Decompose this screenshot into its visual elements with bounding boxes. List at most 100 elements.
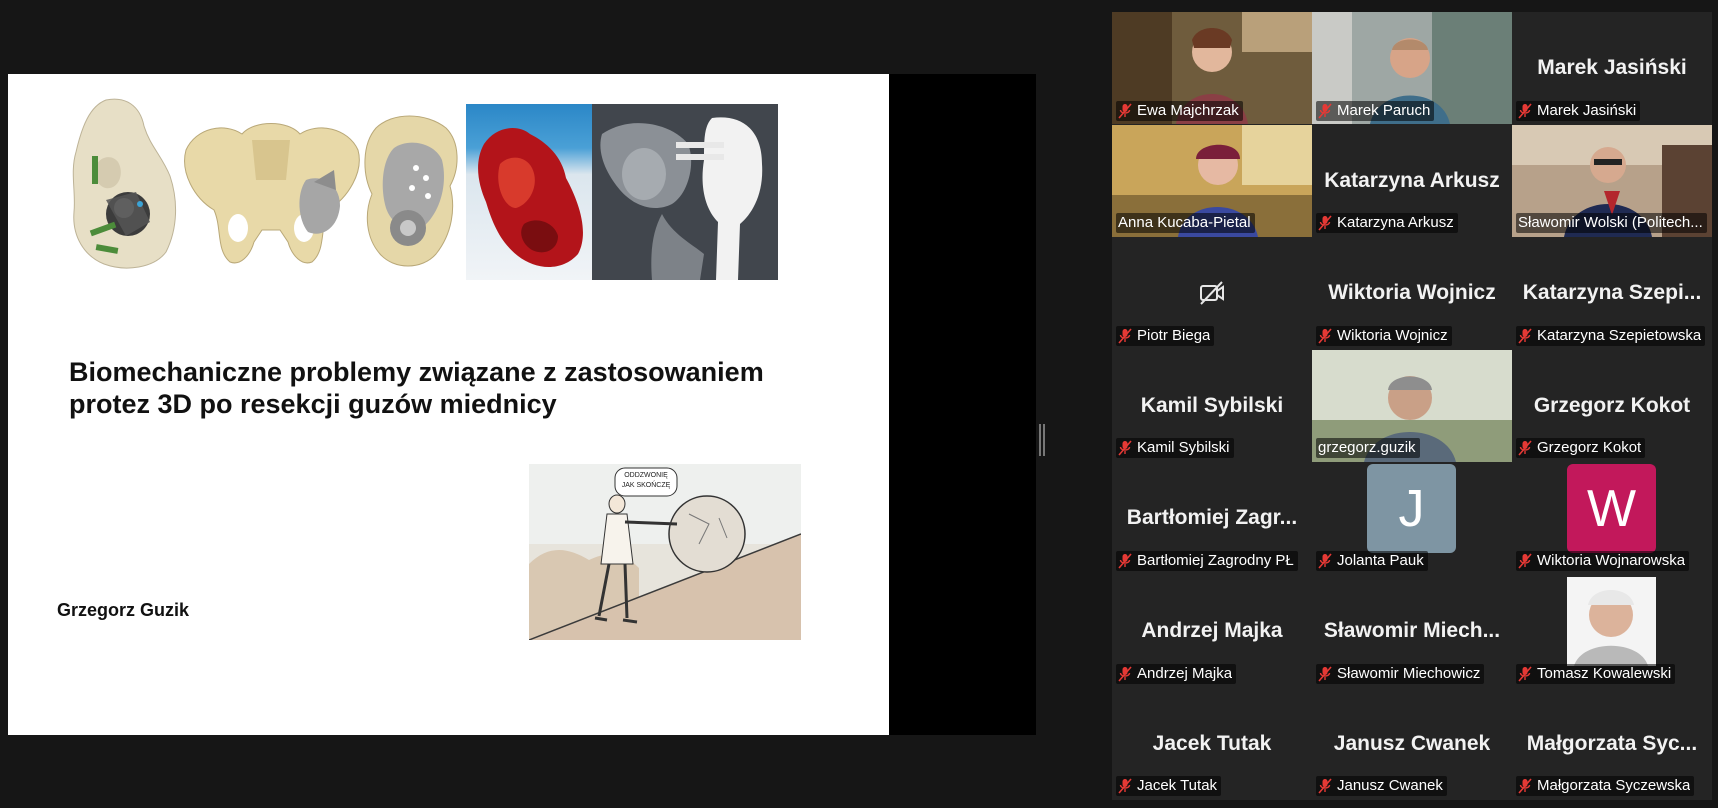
participant-name-label: grzegorz.guzik [1316,438,1420,459]
participant-name-label: Wiktoria Wojnarowska [1516,550,1690,571]
shared-screen[interactable]: Biomechaniczne problemy związane z zasto… [8,74,1036,735]
participant-name-label: Katarzyna Arkusz [1316,213,1458,234]
participant-name: Sławomir Miechowicz [1337,664,1481,682]
presentation-slide: Biomechaniczne problemy związane z zasto… [8,74,889,735]
microphone-muted-icon [1318,778,1332,794]
participant-tile[interactable]: Andrzej Majka Andrzej Majka [1112,574,1312,688]
microphone-muted-icon [1518,328,1532,344]
participant-name-label: Bartłomiej Zagrodny PŁ [1116,550,1298,571]
participant-name-label: Sławomir Wolski (Politech... [1516,213,1707,234]
participant-name: Jacek Tutak [1137,777,1218,795]
participant-tile[interactable]: Ewa Majchrzak [1112,12,1312,125]
microphone-muted-icon [1518,666,1532,682]
participant-name-label: Sławomir Miechowicz [1316,663,1485,684]
tumor-specimen-photo [466,104,592,280]
participant-display-name: Katarzyna Arkusz [1324,168,1500,192]
participant-display-name: Sławomir Miech... [1323,618,1501,642]
participant-name: Wiktoria Wojnicz [1337,326,1448,344]
participant-tile[interactable]: Grzegorz Kokot Grzegorz Kokot [1512,349,1712,463]
participant-name: Piotr Biega [1137,326,1211,344]
participant-display-name: Katarzyna Szepi... [1522,281,1702,305]
participant-tile[interactable]: Katarzyna Arkusz Katarzyna Arkusz [1312,124,1512,238]
slide-author: Grzegorz Guzik [57,600,190,620]
pelvis-implant-side-image [364,115,458,267]
participant-name: Marek Paruch [1337,101,1431,119]
participant-display-name: Andrzej Majka [1141,618,1283,642]
participant-tile[interactable]: Sławomir Wolski (Politech... [1512,124,1712,238]
participant-name: Bartłomiej Zagrodny PŁ [1137,551,1294,569]
microphone-muted-icon [1318,103,1332,119]
microphone-muted-icon [1518,553,1532,569]
participant-name-label: Kamil Sybilski [1116,438,1234,459]
microphone-muted-icon [1118,440,1132,456]
participant-name-label: Anna Kucaba-Pietal [1116,213,1255,234]
drag-handle-icon[interactable] [1038,424,1046,456]
participant-name-label: Małgorzata Syczewska [1516,776,1695,797]
participant-tile[interactable]: grzegorz.guzik [1312,349,1512,463]
participant-tile[interactable]: Wiktoria Wojnicz Wiktoria Wojnicz [1312,237,1512,350]
participant-name: Sławomir Wolski (Politech... [1518,214,1703,232]
participant-tile[interactable]: Janusz Cwanek Janusz Cwanek [1312,687,1512,801]
microphone-muted-icon [1318,666,1332,682]
participant-name: Ewa Majchrzak [1137,101,1239,119]
zoom-meeting-window: Biomechaniczne problemy związane z zasto… [0,0,1718,808]
microphone-muted-icon [1318,553,1332,569]
participant-avatar: W [1567,464,1656,554]
participant-name-label: Ewa Majchrzak [1116,100,1243,121]
participant-name: Kamil Sybilski [1137,439,1230,457]
microphone-muted-icon [1518,103,1532,119]
participant-tile[interactable]: Małgorzata Syc... Małgorzata Syczewska [1512,687,1712,801]
participant-name-label: Andrzej Majka [1116,663,1237,684]
participant-name-label: Tomasz Kowalewski [1516,663,1676,684]
participant-name-label: Piotr Biega [1116,325,1215,346]
participant-name-label: Janusz Cwanek [1316,776,1447,797]
participant-name-label: Grzegorz Kokot [1516,438,1646,459]
microphone-muted-icon [1318,328,1332,344]
participant-tile[interactable]: Bartłomiej Zagr... Bartłomiej Zagrodny PŁ [1112,462,1312,575]
participant-display-name: Marek Jasiński [1537,56,1687,79]
participant-tile[interactable]: Katarzyna Szepi... Katarzyna Szepietowska [1512,237,1712,350]
participant-tile[interactable]: Kamil Sybilski Kamil Sybilski [1112,349,1312,463]
participant-display-name: Bartłomiej Zagr... [1126,506,1298,530]
pelvis-model-implant-image [72,98,177,269]
participant-tile[interactable]: W Wiktoria Wojnarowska [1512,462,1712,575]
microphone-muted-icon [1118,778,1132,794]
participant-name: Tomasz Kowalewski [1537,664,1672,682]
pelvis-3d-model-image [184,123,360,264]
participant-tile[interactable]: J Jolanta Pauk [1312,462,1512,575]
participant-display-name: Grzegorz Kokot [1533,393,1691,417]
participant-tile[interactable]: Marek Jasiński Marek Jasiński [1512,12,1712,125]
xray-image [592,104,778,280]
participant-display-name: Małgorzata Syc... [1526,731,1698,755]
participant-avatar: J [1367,464,1456,554]
participant-name: Janusz Cwanek [1337,777,1443,795]
participant-name: grzegorz.guzik [1318,439,1416,457]
slide-title: Biomechaniczne problemy związane z zasto… [69,357,764,419]
participant-name: Katarzyna Szepietowska [1537,326,1702,344]
participant-name: Marek Jasiński [1537,101,1637,119]
sisyphus-cartoon-image: ODDZWONIĘ JAK SKOŃCZĘ [529,464,801,640]
participant-name-label: Marek Paruch [1316,100,1435,121]
participant-name: Grzegorz Kokot [1537,439,1642,457]
participant-name: Jolanta Pauk [1337,551,1424,569]
participant-display-name: Kamil Sybilski [1140,393,1284,417]
microphone-muted-icon [1118,553,1132,569]
participant-tile[interactable]: Jacek Tutak Jacek Tutak [1112,687,1312,801]
participant-tile[interactable]: Piotr Biega [1112,237,1312,350]
microphone-muted-icon [1118,328,1132,344]
participant-tile[interactable]: Tomasz Kowalewski [1512,574,1712,688]
microphone-muted-icon [1118,666,1132,682]
participant-name: Małgorzata Syczewska [1537,777,1691,795]
cartoon-speech-bubble-text: ODDZWONIĘ JAK SKOŃCZĘ [621,472,671,489]
participant-display-name: Janusz Cwanek [1333,731,1491,755]
participant-name-label: Marek Jasiński [1516,100,1641,121]
participant-name-label: Katarzyna Szepietowska [1516,325,1706,346]
participant-tile[interactable]: Anna Kucaba-Pietal [1112,124,1312,238]
participant-name-label: Jolanta Pauk [1316,550,1428,571]
participant-tile[interactable]: Marek Paruch [1312,12,1512,125]
participant-tile[interactable]: Sławomir Miech... Sławomir Miechowicz [1312,574,1512,688]
participant-name-label: Jacek Tutak [1116,776,1222,797]
microphone-muted-icon [1518,778,1532,794]
participant-gallery: Ewa Majchrzak Marek Paruch Marek Jasiński M… [1112,12,1712,801]
microphone-muted-icon [1518,440,1532,456]
